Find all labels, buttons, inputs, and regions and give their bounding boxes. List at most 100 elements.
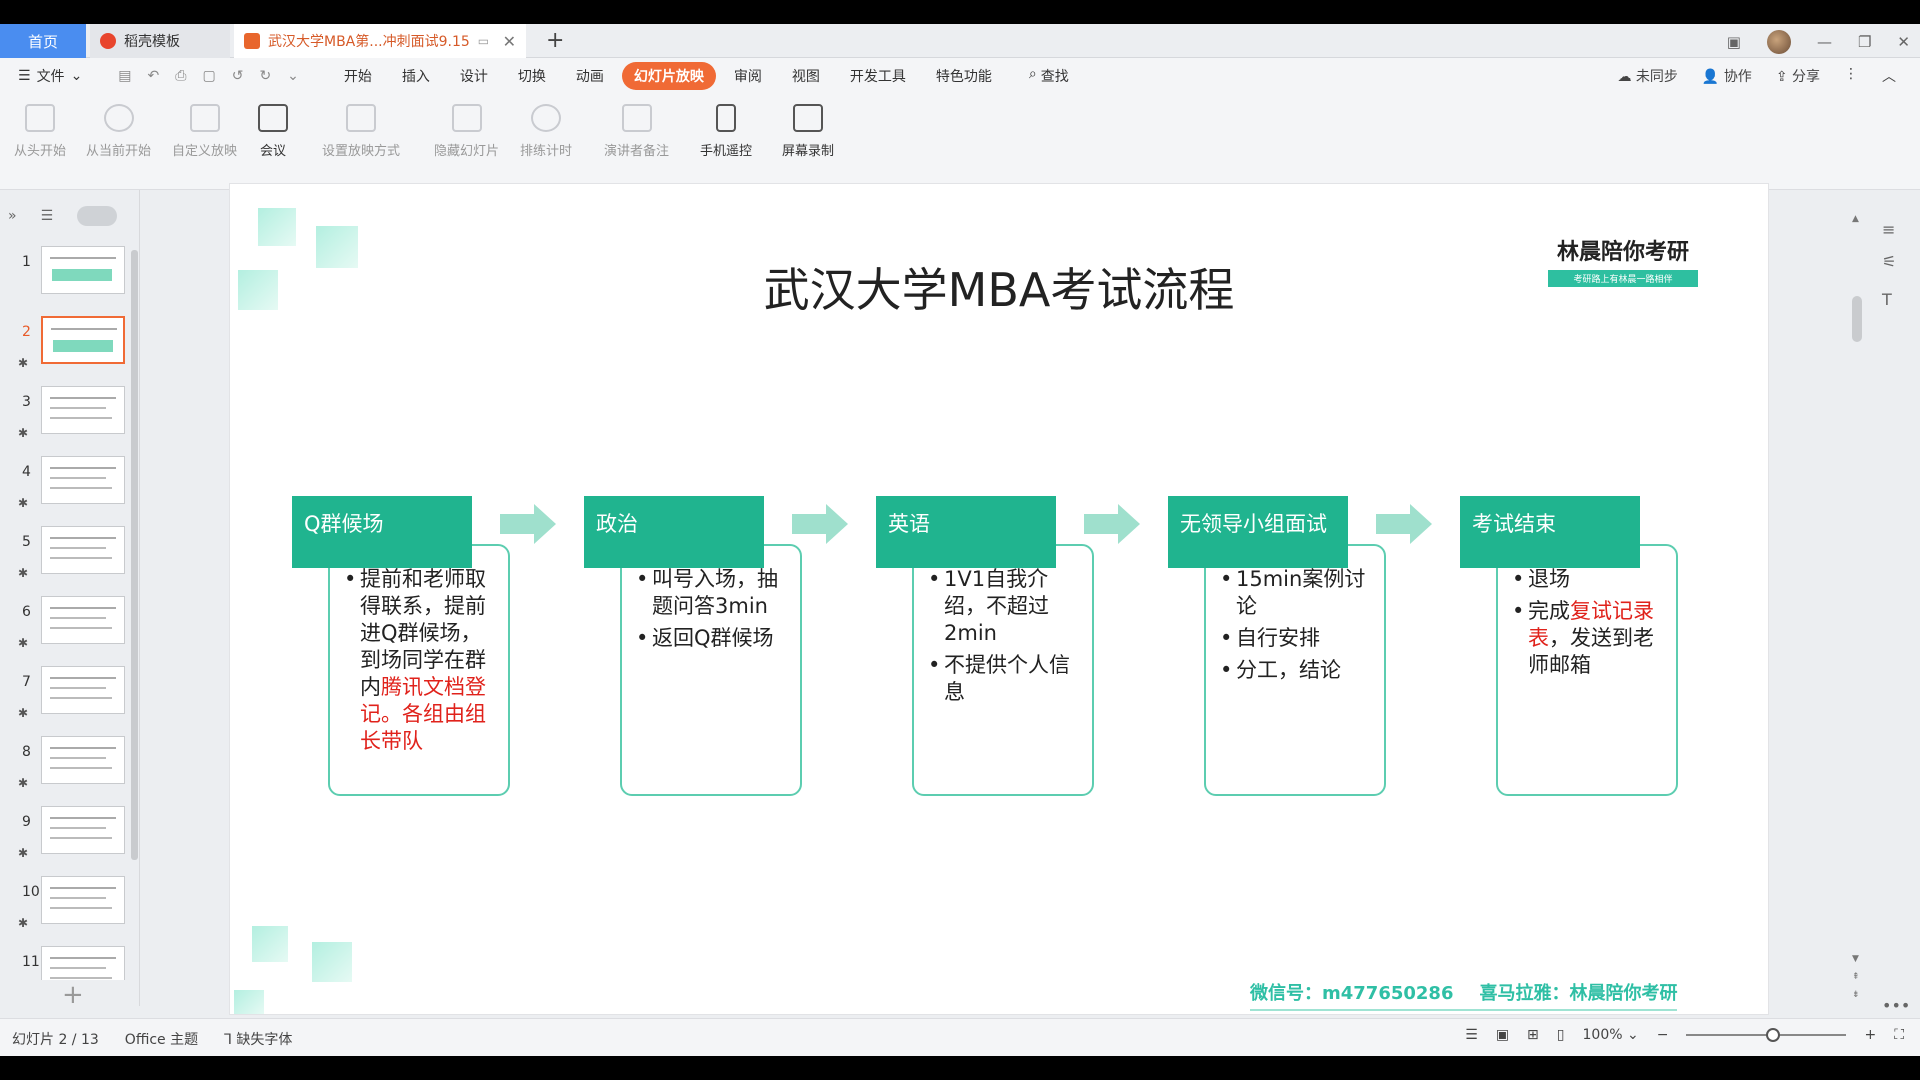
search-menu[interactable]: ⌕ 查找 bbox=[1029, 66, 1069, 86]
zoom-out-icon[interactable]: − bbox=[1657, 1027, 1669, 1043]
thumbnail-row[interactable]: 10 ✱ bbox=[0, 870, 130, 940]
prev-slide-icon[interactable]: ⇞ bbox=[1852, 972, 1860, 982]
undo-history-icon[interactable]: ↶ bbox=[148, 68, 160, 84]
slide-thumbnail[interactable] bbox=[41, 526, 125, 574]
thumbnail-row[interactable]: 4 ✱ bbox=[0, 450, 130, 520]
thumbnail-row[interactable]: 9 ✱ bbox=[0, 800, 130, 870]
reading-view-icon[interactable]: ▯ bbox=[1557, 1027, 1565, 1043]
preview-icon[interactable]: ▢ bbox=[202, 68, 215, 84]
collab-button[interactable]: 👤 协作 bbox=[1702, 66, 1752, 86]
custom-show-button[interactable]: 自定义放映 bbox=[172, 104, 237, 159]
share-button[interactable]: ⇪ 分享 bbox=[1776, 66, 1820, 86]
collapse-ribbon-icon[interactable]: ︿ bbox=[1882, 66, 1896, 86]
slide-thumbnail[interactable] bbox=[41, 246, 125, 294]
thumbnail-row[interactable]: 11✱ bbox=[0, 940, 130, 980]
normal-view-icon[interactable]: ▣ bbox=[1496, 1027, 1509, 1043]
add-slide-button[interactable]: + bbox=[62, 980, 84, 1010]
scroll-down-icon[interactable]: ▼ bbox=[1852, 954, 1859, 964]
more-icon[interactable]: ⋮ bbox=[1844, 66, 1858, 86]
next-slide-icon[interactable]: ⇟ bbox=[1852, 990, 1860, 1000]
slide-thumbnail[interactable] bbox=[41, 456, 125, 504]
sync-button[interactable]: ☁ 未同步 bbox=[1617, 66, 1677, 86]
zoom-in-icon[interactable]: + bbox=[1864, 1027, 1876, 1043]
thumbnail-row[interactable]: 3 ✱ bbox=[0, 380, 130, 450]
menu-item[interactable]: 插入 bbox=[390, 62, 442, 90]
ribbon: 从头开始 从当前开始 自定义放映 会议 设置放映方式 隐藏幻灯片 排练计时 演讲… bbox=[0, 94, 1920, 190]
text-icon[interactable]: T bbox=[1882, 290, 1902, 309]
panel-icon[interactable]: ▣ bbox=[1727, 33, 1741, 51]
thumbnail-row[interactable]: 1 bbox=[0, 240, 130, 310]
step-card: 1V1自我介绍，不超过2min 不提供个人信息 bbox=[912, 544, 1094, 796]
custom-show-icon bbox=[189, 104, 220, 132]
menu-item[interactable]: 幻灯片放映 bbox=[621, 62, 716, 90]
print-icon[interactable]: ⎙ bbox=[175, 68, 186, 84]
slide-thumbnail[interactable] bbox=[41, 666, 125, 714]
theme-name[interactable]: Office 主题 bbox=[125, 1029, 198, 1049]
customize-icon[interactable]: ⌄ bbox=[287, 68, 299, 84]
fit-window-icon[interactable]: ⛶ bbox=[1894, 1027, 1904, 1043]
window-icon[interactable]: ▭ bbox=[478, 34, 489, 48]
slide-thumbnail[interactable] bbox=[41, 596, 125, 644]
adjust-icon[interactable]: ⚟ bbox=[1882, 252, 1902, 271]
close-window-icon[interactable]: ✕ bbox=[1897, 33, 1910, 51]
phone-remote-button[interactable]: 手机遥控 bbox=[700, 104, 752, 159]
hide-slide-button[interactable]: 隐藏幻灯片 bbox=[434, 104, 499, 159]
search-icon: ⌕ bbox=[1028, 66, 1037, 82]
tab-document[interactable]: 武汉大学MBA第...冲刺面试9.15 ▭ ✕ bbox=[234, 24, 526, 58]
minimize-icon[interactable]: — bbox=[1817, 33, 1832, 51]
tab-template[interactable]: 稻壳模板 bbox=[90, 24, 230, 58]
new-tab-button[interactable]: + bbox=[546, 28, 564, 53]
presenter-notes-button[interactable]: 演讲者备注 bbox=[604, 104, 669, 159]
thumbnail-number: 2 bbox=[22, 324, 31, 340]
missing-font-button[interactable]: Ꞁ 缺失字体 bbox=[224, 1029, 292, 1049]
slide-canvas[interactable]: 武汉大学MBA考试流程 林晨陪你考研 考研路上有林晨一路相伴 提前和老师取得联系… bbox=[230, 184, 1768, 1014]
properties-icon[interactable]: ≡ bbox=[1882, 220, 1902, 239]
slide-thumbnail[interactable] bbox=[41, 736, 125, 784]
scroll-up-icon[interactable]: ▲ bbox=[1852, 214, 1859, 224]
thumbnail-scrollbar[interactable] bbox=[131, 250, 138, 860]
thumbnail-row[interactable]: 8 ✱ bbox=[0, 730, 130, 800]
scroll-thumb[interactable] bbox=[1852, 296, 1862, 342]
menu-item[interactable]: 审阅 bbox=[722, 62, 774, 90]
thumbnail-row[interactable]: 2 ✱ bbox=[0, 310, 130, 380]
zoom-slider[interactable] bbox=[1686, 1028, 1847, 1042]
expand-panel-icon[interactable]: » bbox=[8, 208, 17, 224]
menu-item[interactable]: 视图 bbox=[780, 62, 832, 90]
slide-thumbnail[interactable] bbox=[41, 946, 125, 980]
outline-view-icon[interactable]: ☰ bbox=[41, 208, 54, 224]
meeting-button[interactable]: 会议 bbox=[258, 104, 288, 159]
close-tab-icon[interactable]: ✕ bbox=[503, 32, 516, 51]
rehearse-button[interactable]: 排练计时 bbox=[520, 104, 572, 159]
menu-item[interactable]: 开发工具 bbox=[838, 62, 918, 90]
slide-thumbnail[interactable] bbox=[41, 316, 125, 364]
slide-thumbnail[interactable] bbox=[41, 386, 125, 434]
screen-record-button[interactable]: 屏幕录制 bbox=[782, 104, 834, 159]
slide-thumbnail[interactable] bbox=[41, 806, 125, 854]
menu-item[interactable]: 切换 bbox=[506, 62, 558, 90]
slide-thumbnail[interactable] bbox=[41, 876, 125, 924]
save-icon[interactable]: ▤ bbox=[118, 68, 131, 84]
setup-show-button[interactable]: 设置放映方式 bbox=[322, 104, 400, 159]
more-tools-icon[interactable]: ••• bbox=[1882, 996, 1910, 1015]
sorter-view-icon[interactable]: ⊞ bbox=[1527, 1027, 1539, 1043]
from-start-button[interactable]: 从头开始 bbox=[14, 104, 66, 159]
file-menu[interactable]: ☰ 文件 ⌄ bbox=[18, 66, 82, 86]
thumbnail-row[interactable]: 5 ✱ bbox=[0, 520, 130, 590]
redo-icon[interactable]: ↻ bbox=[259, 68, 271, 84]
tab-home[interactable]: 首页 bbox=[0, 24, 86, 58]
from-current-button[interactable]: 从当前开始 bbox=[86, 104, 151, 159]
restore-icon[interactable]: ❐ bbox=[1858, 33, 1871, 51]
thumbnail-row[interactable]: 7 ✱ bbox=[0, 660, 130, 730]
thumbnail-view-toggle[interactable] bbox=[77, 206, 118, 226]
thumbnail-row[interactable]: 6 ✱ bbox=[0, 590, 130, 660]
undo-icon[interactable]: ↺ bbox=[232, 68, 244, 84]
avatar[interactable] bbox=[1766, 30, 1791, 54]
zoom-slider-knob[interactable] bbox=[1766, 1028, 1781, 1042]
menu-right: ☁ 未同步 👤 协作 ⇪ 分享 ⋮ ︿ bbox=[1617, 66, 1896, 86]
notes-toggle-icon[interactable]: ☰ bbox=[1465, 1027, 1478, 1043]
menu-item[interactable]: 设计 bbox=[448, 62, 500, 90]
menu-item[interactable]: 特色功能 bbox=[924, 62, 1004, 90]
zoom-dropdown[interactable]: 100% ⌄ bbox=[1583, 1027, 1639, 1043]
menu-item[interactable]: 开始 bbox=[332, 62, 384, 90]
menu-item[interactable]: 动画 bbox=[564, 62, 616, 90]
